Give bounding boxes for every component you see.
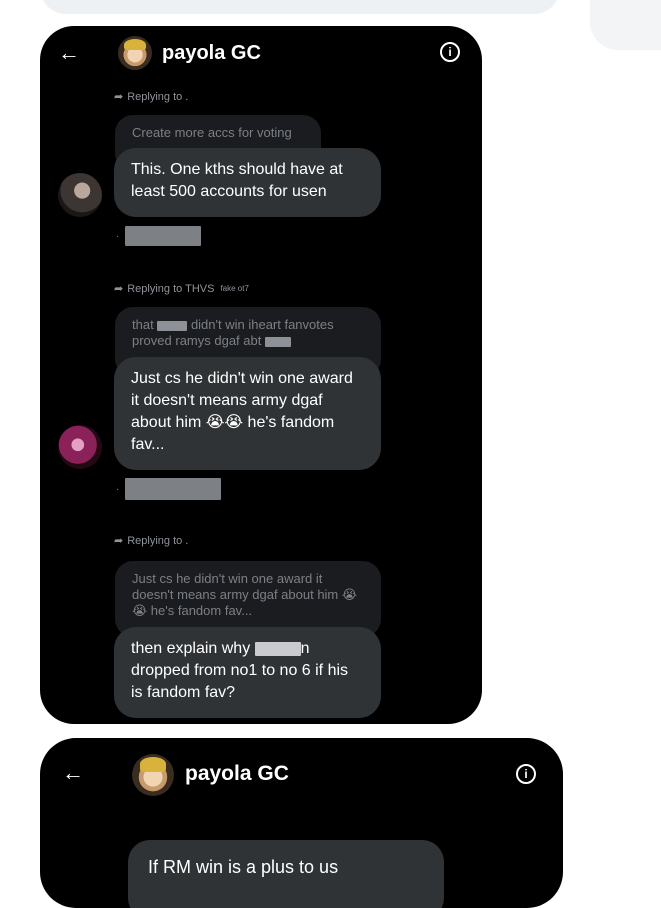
redacted-timestamp	[125, 478, 222, 500]
message-bubble[interactable]: If RM win is a plus to us	[128, 840, 444, 908]
redacted-name	[264, 336, 291, 347]
message-bubble[interactable]: Just cs he didn't win one award it doesn…	[114, 357, 381, 470]
arrow-left-icon[interactable]: ←	[58, 42, 80, 64]
redacted-name	[254, 641, 301, 656]
replying-to-text: Replying to .	[127, 90, 189, 103]
meta-dot: ·	[116, 230, 120, 242]
message-text-part: then explain why	[131, 640, 251, 657]
quoted-message[interactable]: Just cs he didn't win one award it doesn…	[115, 561, 381, 637]
info-icon[interactable]: i	[440, 42, 460, 62]
message-bubble[interactable]: This. One kths should have at least 500 …	[114, 148, 381, 217]
replying-to-label: ➦ Replying to THVS fake ot7	[114, 282, 249, 296]
chat-screenshot-1: ← payola GC i ➦ Replying to . Create mor…	[40, 26, 482, 724]
redacted-timestamp	[125, 226, 202, 246]
previous-screenshot-edge	[40, 0, 560, 14]
group-avatar[interactable]	[132, 754, 174, 796]
message-meta: ·	[116, 478, 222, 500]
replying-to-suffix: fake ot7	[220, 284, 249, 293]
redacted-name	[157, 320, 188, 331]
info-icon[interactable]: i	[516, 764, 536, 784]
replying-to-label: ➦ Replying to .	[114, 534, 189, 548]
message-bubble[interactable]: then explain why n dropped from no1 to n…	[114, 627, 381, 718]
group-title[interactable]: payola GC	[162, 42, 261, 65]
avatar[interactable]	[58, 425, 102, 469]
reply-arrow-icon: ➦	[114, 283, 124, 295]
replying-to-text: Replying to THVS	[127, 282, 215, 295]
side-screenshot-edge	[590, 0, 661, 50]
quoted-text-part: that	[132, 317, 154, 332]
chat-screenshot-2: ← payola GC i If RM win is a plus to us	[40, 738, 563, 908]
replying-to-text: Replying to .	[127, 534, 189, 547]
replying-to-label: ➦ Replying to .	[114, 90, 189, 104]
message-meta: ·	[116, 226, 202, 246]
group-title[interactable]: payola GC	[185, 762, 289, 786]
reply-arrow-icon: ➦	[114, 91, 124, 103]
reply-arrow-icon: ➦	[114, 535, 124, 547]
avatar[interactable]	[58, 173, 102, 217]
meta-dot: ·	[116, 483, 120, 495]
group-avatar[interactable]	[118, 36, 152, 70]
arrow-left-icon[interactable]: ←	[62, 762, 84, 784]
